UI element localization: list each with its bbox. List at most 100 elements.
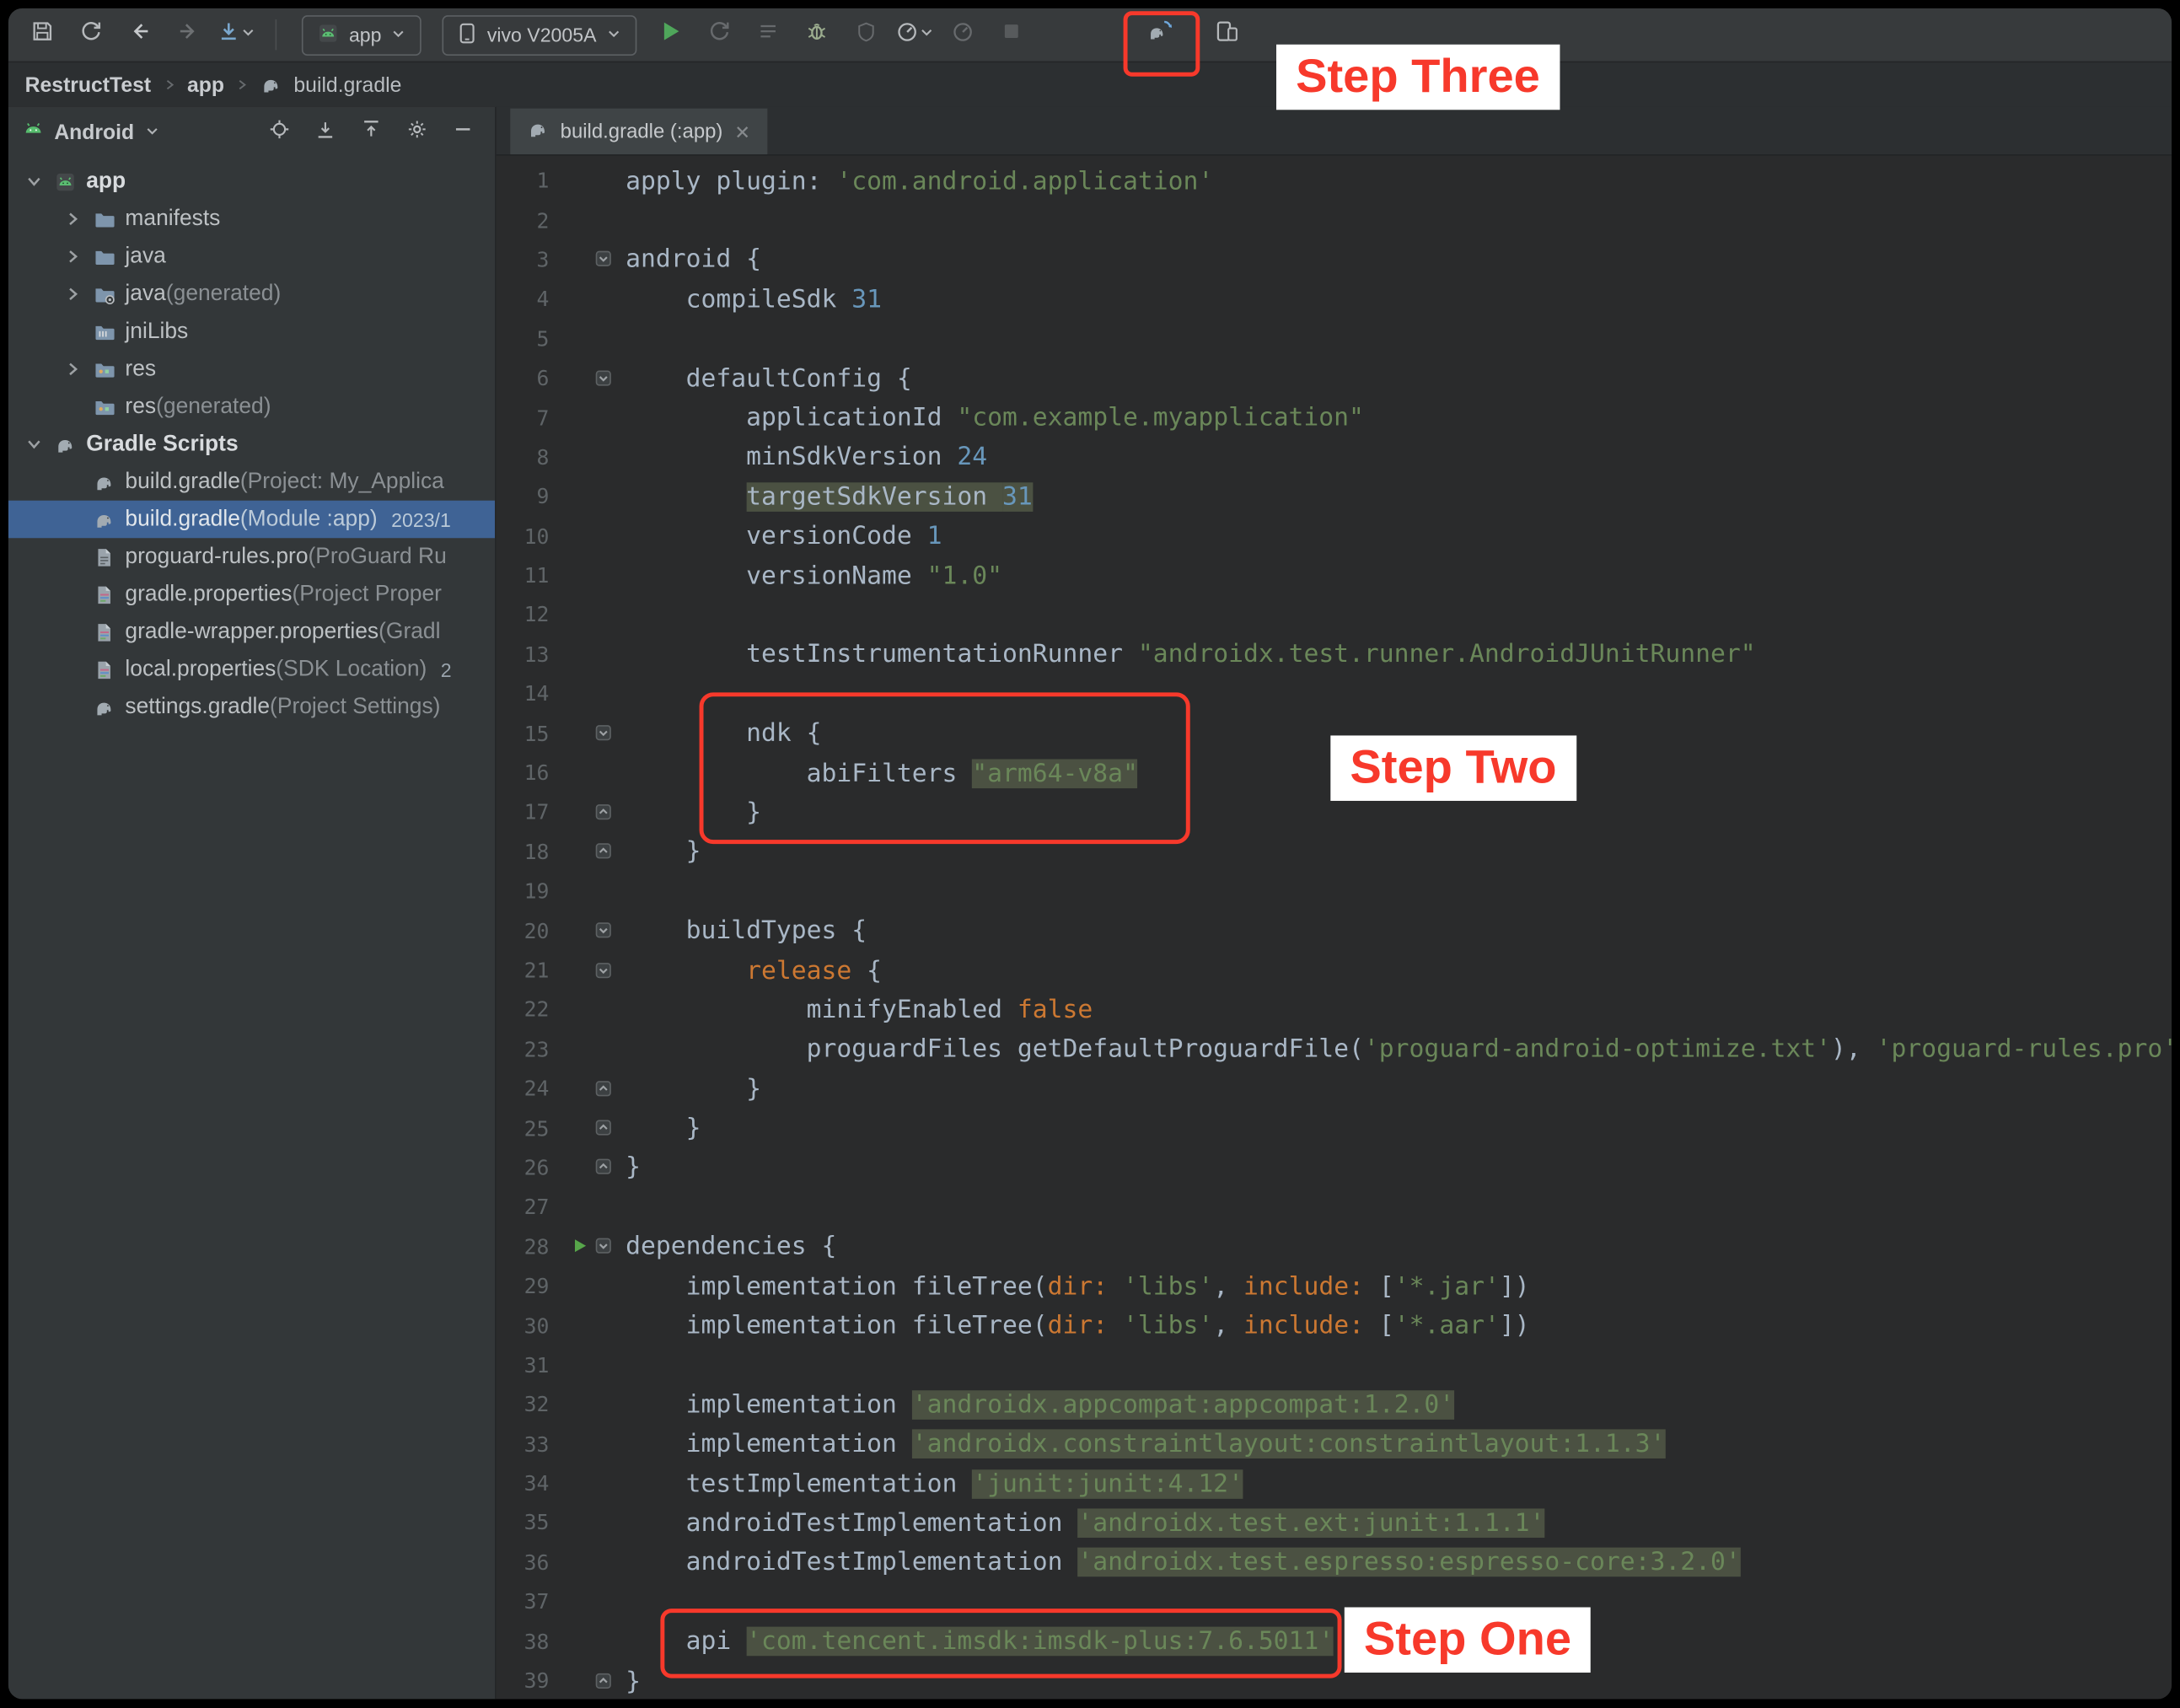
tree-item-jnilibs[interactable]: jniLibs [8, 313, 495, 351]
crosshair-icon [268, 118, 290, 146]
chevron-right-icon[interactable] [62, 248, 83, 266]
properties-icon [92, 620, 117, 642]
code-line-1: 1apply plugin: 'com.android.application' [497, 161, 2172, 201]
tab-build-gradle-app[interactable]: build.gradle (:app) [510, 109, 767, 154]
tree-item-local-properties[interactable]: local.properties (SDK Location)2 [8, 651, 495, 689]
gutter: 16 [497, 754, 619, 793]
fold-end-icon[interactable] [595, 837, 612, 867]
fold-start-icon[interactable] [595, 719, 612, 749]
gradle-icon [92, 508, 117, 530]
chevron-right-icon[interactable] [62, 285, 83, 303]
tree-item-res[interactable]: res [8, 351, 495, 389]
gutter: 25 [497, 1109, 619, 1148]
phone-icon [458, 22, 477, 48]
stop-button[interactable] [990, 13, 1034, 55]
tree-item-build-gradle[interactable]: build.gradle (Project: My_Applica [8, 463, 495, 501]
gutter: 33 [497, 1425, 619, 1464]
chevron-down-icon[interactable] [22, 173, 44, 191]
apply-code-changes-button[interactable] [747, 13, 792, 55]
code-line-3: 3android { [497, 240, 2172, 280]
tree-item-suffix: (generated) [166, 282, 281, 307]
debug-button[interactable] [795, 13, 840, 55]
fold-end-icon[interactable] [595, 1074, 612, 1104]
run-button[interactable] [649, 13, 694, 55]
save-icon [30, 19, 53, 50]
fold-start-icon[interactable] [595, 916, 612, 946]
close-tab-icon[interactable] [734, 123, 751, 140]
fold-start-icon[interactable] [595, 956, 612, 986]
project-panel-header: Android [8, 107, 495, 157]
device-dropdown[interactable]: vivo V2005A [443, 14, 636, 55]
tree-item-label: gradle-wrapper.properties [125, 620, 379, 645]
fold-end-icon[interactable] [595, 1153, 612, 1183]
code-line-38: 38 api 'com.tencent.imsdk:imsdk-plus:7.6… [497, 1622, 2172, 1662]
back-button[interactable] [117, 13, 162, 55]
tree-item-gradle-scripts[interactable]: Gradle Scripts [8, 426, 495, 464]
locate-file-button[interactable] [261, 114, 298, 150]
collapse-all-button[interactable] [307, 114, 343, 150]
update-project-button[interactable] [214, 13, 259, 55]
forward-button[interactable] [165, 13, 210, 55]
gradle-icon [92, 470, 117, 492]
coverage-button[interactable] [844, 13, 889, 55]
panel-settings-button[interactable] [399, 114, 435, 150]
editor-area: build.gradle (:app) 1apply plugin: 'com.… [497, 107, 2172, 1699]
tree-item-build-gradle[interactable]: build.gradle (Module :app)2023/1 [8, 501, 495, 539]
run-config-dropdown[interactable]: app [302, 14, 422, 55]
breadcrumb-file[interactable]: build.gradle [293, 73, 401, 97]
fold-start-icon[interactable] [595, 245, 612, 275]
profiler-button[interactable] [893, 13, 937, 55]
chevron-right-icon[interactable] [62, 210, 83, 228]
sync-project-gradle-button[interactable] [1137, 13, 1182, 55]
tree-item-manifests[interactable]: manifests [8, 200, 495, 238]
fold-end-icon[interactable] [595, 1114, 612, 1143]
tree-item-proguard-rules-pro[interactable]: proguard-rules.pro (ProGuard Ru [8, 538, 495, 576]
code-line-6: 6 defaultConfig { [497, 358, 2172, 398]
tree-item-java[interactable]: java [8, 238, 495, 276]
tree-item-gradle-properties[interactable]: gradle.properties (Project Proper [8, 576, 495, 614]
tree-item-settings-gradle[interactable]: settings.gradle (Project Settings) [8, 688, 495, 726]
code-line-30: 30 implementation fileTree(dir: 'libs', … [497, 1306, 2172, 1345]
line-number: 21 [497, 958, 550, 983]
hide-panel-button[interactable] [445, 114, 481, 150]
tree-item-suffix: (Project: My_Applica [240, 470, 444, 495]
line-number: 31 [497, 1353, 550, 1378]
tree-item-res[interactable]: res (generated) [8, 388, 495, 426]
tree-item-app[interactable]: app [8, 163, 495, 201]
gutter: 4 [497, 280, 619, 320]
sync-files-button[interactable] [68, 13, 113, 55]
line-number: 19 [497, 879, 550, 905]
tree-item-trailing: 2023/1 [391, 508, 451, 530]
apply-changes-icon [708, 19, 732, 50]
fold-end-icon[interactable] [595, 1667, 612, 1696]
fold-end-icon[interactable] [595, 798, 612, 828]
device-manager-button[interactable] [1204, 13, 1248, 55]
breadcrumb-project[interactable]: RestructTest [25, 73, 151, 97]
code-line-33: 33 implementation 'androidx.constraintla… [497, 1425, 2172, 1464]
gutter: 6 [497, 358, 619, 398]
expand-all-button[interactable] [353, 114, 389, 150]
code-line-2: 2 [497, 201, 2172, 240]
run-gutter-icon[interactable] [572, 1233, 588, 1262]
chevron-down-icon[interactable] [144, 121, 159, 144]
gutter: 37 [497, 1582, 619, 1622]
tree-item-java[interactable]: java (generated) [8, 276, 495, 314]
chevron-down-icon[interactable] [22, 435, 44, 453]
apply-changes-button[interactable] [698, 13, 743, 55]
code-editor[interactable]: 1apply plugin: 'com.android.application'… [497, 156, 2172, 1700]
fold-start-icon[interactable] [595, 1233, 612, 1262]
code-line-34: 34 testImplementation 'junit:junit:4.12' [497, 1464, 2172, 1503]
tree-item-gradle-wrapper-properties[interactable]: gradle-wrapper.properties (Gradl [8, 613, 495, 651]
code-line-24: 24 } [497, 1069, 2172, 1109]
profiler-alt-button[interactable] [941, 13, 985, 55]
line-number: 28 [497, 1234, 550, 1260]
gutter: 35 [497, 1503, 619, 1543]
project-view-selector[interactable]: Android [54, 121, 134, 144]
line-number: 36 [497, 1550, 550, 1576]
chevron-right-icon[interactable] [62, 360, 83, 378]
code-line-9: 9 targetSdkVersion 31 [497, 477, 2172, 517]
save-all-button[interactable] [19, 13, 64, 55]
profiler-icon [952, 19, 975, 50]
breadcrumb-module[interactable]: app [187, 73, 224, 97]
fold-start-icon[interactable] [595, 364, 612, 394]
